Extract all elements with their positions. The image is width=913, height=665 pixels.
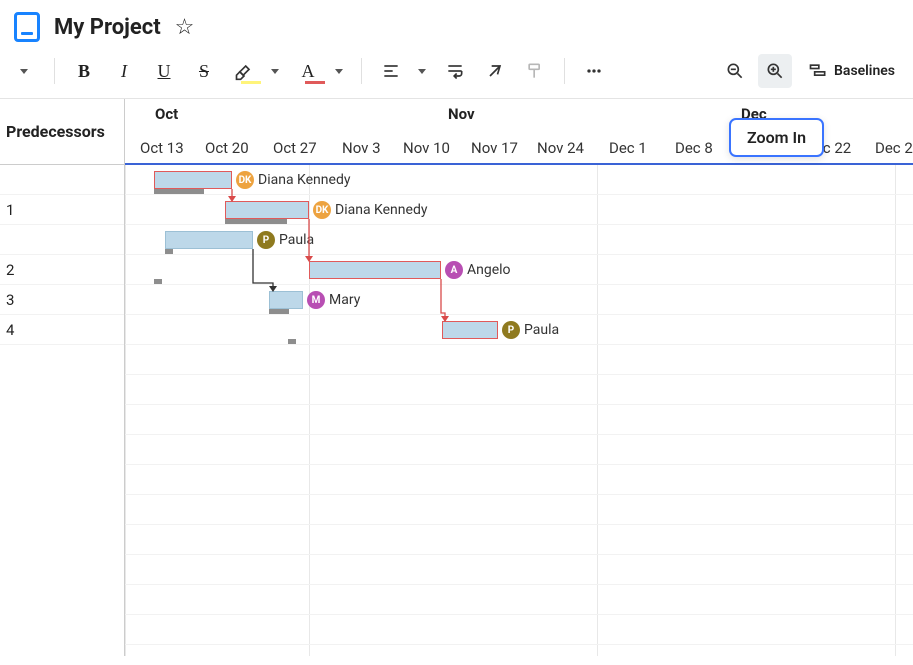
timeline-row <box>125 405 913 435</box>
toolbar-separator <box>54 58 55 84</box>
day-header: Nov 10 <box>403 139 450 157</box>
assignee-avatar[interactable]: P <box>502 321 520 339</box>
timeline-row <box>125 435 913 465</box>
assignee-avatar[interactable]: P <box>257 231 275 249</box>
gantt-bar[interactable] <box>165 231 253 249</box>
text-color-swatch <box>305 81 325 84</box>
timeline-row <box>125 345 913 375</box>
timeline-row <box>125 585 913 615</box>
baseline-bar <box>288 339 296 344</box>
zoom-in-button[interactable] <box>758 54 792 88</box>
project-title[interactable]: My Project <box>54 15 161 40</box>
assignee-label: Diana Kennedy <box>335 202 427 218</box>
clear-format-button[interactable] <box>478 54 512 88</box>
assignee-avatar[interactable]: A <box>445 261 463 279</box>
timeline-row <box>125 645 913 656</box>
day-header: Nov 3 <box>342 139 381 157</box>
predecessors-cell[interactable] <box>0 225 124 255</box>
day-header: Oct 13 <box>140 139 184 157</box>
assignee-avatar[interactable]: DK <box>236 171 254 189</box>
align-dropdown[interactable] <box>414 54 432 88</box>
day-header: Nov 17 <box>471 139 518 157</box>
day-header: Nov 24 <box>537 139 584 157</box>
baseline-bar <box>165 249 173 254</box>
gantt-bar[interactable] <box>269 291 303 309</box>
predecessors-cell[interactable]: 4 <box>0 315 124 345</box>
app-header: My Project ☆ <box>0 0 913 52</box>
timeline-row <box>125 375 913 405</box>
predecessors-cell[interactable]: 1 <box>0 195 124 225</box>
assignee-avatar[interactable]: M <box>307 291 325 309</box>
underline-button[interactable]: U <box>147 54 181 88</box>
bold-button[interactable]: B <box>67 54 101 88</box>
assignee-avatar[interactable]: DK <box>313 201 331 219</box>
baseline-bar <box>225 219 287 224</box>
assignee-label: Diana Kennedy <box>258 172 350 188</box>
gantt-bar[interactable] <box>442 321 498 339</box>
assignee-label: Paula <box>279 232 314 248</box>
timeline-row <box>125 495 913 525</box>
timeline-row <box>125 615 913 645</box>
gantt-bar[interactable] <box>154 171 232 189</box>
month-header: Oct <box>145 99 178 129</box>
formatting-toolbar: B I U S A Baselines <box>0 52 913 99</box>
align-button[interactable] <box>374 54 408 88</box>
baselines-button[interactable]: Baselines <box>798 54 905 88</box>
timeline-row <box>125 525 913 555</box>
baseline-bar <box>154 189 204 194</box>
assignee-label: Mary <box>329 292 360 308</box>
timeline-body[interactable]: DKDiana KennedyDKDiana KennedyPPaulaAAng… <box>125 165 913 656</box>
timeline-row <box>125 285 913 315</box>
month-header: Nov <box>438 99 475 129</box>
format-painter-button[interactable] <box>518 54 552 88</box>
predecessors-cell[interactable] <box>0 165 124 195</box>
predecessors-header[interactable]: Predecessors <box>0 99 124 165</box>
more-options-button[interactable] <box>577 54 611 88</box>
gantt-bar[interactable] <box>309 261 441 279</box>
predecessors-cell[interactable]: 3 <box>0 285 124 315</box>
timeline-row <box>125 255 913 285</box>
day-header: Dec 8 <box>675 139 713 157</box>
timeline-row <box>125 555 913 585</box>
leading-dropdown[interactable] <box>8 54 42 88</box>
timeline-panel[interactable]: OctNovDec Oct 13Oct 20Oct 27Nov 3Nov 10N… <box>125 99 913 656</box>
baseline-bar <box>154 279 162 284</box>
baseline-bar <box>269 309 289 314</box>
gantt-bar[interactable] <box>225 201 309 219</box>
day-header: Oct 20 <box>205 139 249 157</box>
baselines-label: Baselines <box>834 63 895 79</box>
strikethrough-button[interactable]: S <box>187 54 221 88</box>
predecessors-column: Predecessors 1 234 <box>0 99 125 656</box>
zoom-out-button[interactable] <box>718 54 752 88</box>
doc-icon <box>14 12 40 42</box>
day-header: Oct 27 <box>273 139 317 157</box>
assignee-label: Angelo <box>467 262 511 278</box>
gantt-grid: Predecessors 1234 OctNovDec Oct 13Oct 20… <box>0 99 913 656</box>
baselines-icon <box>808 61 828 81</box>
wrap-button[interactable] <box>438 54 472 88</box>
highlight-color-dropdown[interactable] <box>267 54 285 88</box>
italic-button[interactable]: I <box>107 54 141 88</box>
text-color-dropdown[interactable] <box>331 54 349 88</box>
assignee-label: Paula <box>524 322 559 338</box>
toolbar-separator <box>361 58 362 84</box>
day-header: Dec 1 <box>609 139 647 157</box>
timeline-row <box>125 465 913 495</box>
toolbar-separator <box>564 58 565 84</box>
zoom-in-tooltip: Zoom In <box>729 118 824 157</box>
favorite-star-icon[interactable]: ☆ <box>175 15 195 40</box>
predecessors-cell[interactable]: 2 <box>0 255 124 285</box>
day-header: Dec 2 <box>875 139 913 157</box>
highlight-color-swatch <box>241 81 261 84</box>
